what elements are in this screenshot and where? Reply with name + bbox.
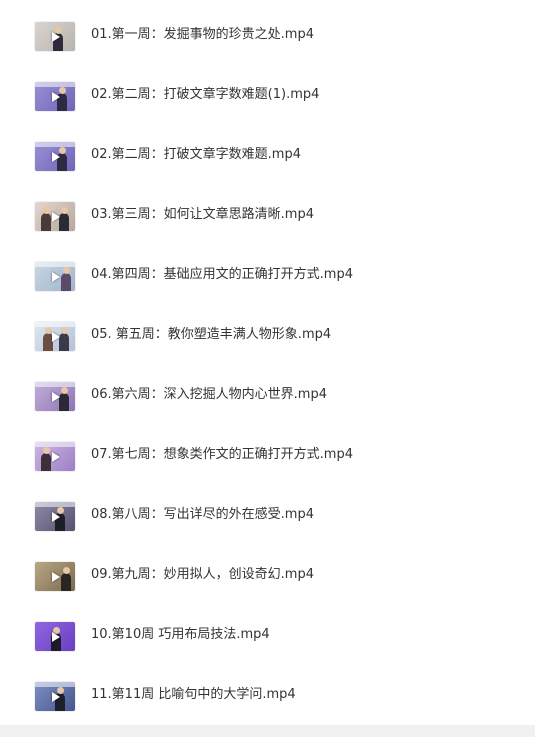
file-name[interactable]: 05. 第五周：教你塑造丰满人物形象.mp4: [91, 327, 331, 343]
file-row[interactable]: 02.第二周：打破文章字数难题(1).mp4: [0, 65, 535, 125]
video-thumbnail-icon[interactable]: [35, 682, 75, 711]
video-thumbnail-icon[interactable]: [35, 142, 75, 171]
file-name[interactable]: 02.第二周：打破文章字数难题.mp4: [91, 147, 301, 163]
file-name[interactable]: 10.第10周 巧用布局技法.mp4: [91, 627, 270, 643]
video-thumbnail-icon[interactable]: [35, 262, 75, 291]
video-thumbnail-icon[interactable]: [35, 622, 75, 651]
file-row[interactable]: 08.第八周：写出详尽的外在感受.mp4: [0, 485, 535, 545]
file-name[interactable]: 06.第六周：深入挖掘人物内心世界.mp4: [91, 387, 327, 403]
file-name[interactable]: 02.第二周：打破文章字数难题(1).mp4: [91, 87, 319, 103]
file-list: 01.第一周：发掘事物的珍贵之处.mp4 02.第二周：打破文章字数难题(1).…: [0, 0, 535, 720]
file-row[interactable]: 07.第七周：想象类作文的正确打开方式.mp4: [0, 425, 535, 485]
file-name[interactable]: 08.第八周：写出详尽的外在感受.mp4: [91, 507, 314, 523]
video-thumbnail-icon[interactable]: [35, 382, 75, 411]
file-row[interactable]: 10.第10周 巧用布局技法.mp4: [0, 605, 535, 665]
video-thumbnail-icon[interactable]: [35, 502, 75, 531]
file-name[interactable]: 07.第七周：想象类作文的正确打开方式.mp4: [91, 447, 353, 463]
file-row[interactable]: 09.第九周：妙用拟人，创设奇幻.mp4: [0, 545, 535, 605]
file-row[interactable]: 03.第三周：如何让文章思路清晰.mp4: [0, 185, 535, 245]
video-thumbnail-icon[interactable]: [35, 202, 75, 231]
video-thumbnail-icon[interactable]: [35, 82, 75, 111]
file-row[interactable]: 02.第二周：打破文章字数难题.mp4: [0, 125, 535, 185]
file-name[interactable]: 11.第11周 比喻句中的大学问.mp4: [91, 687, 296, 703]
video-thumbnail-icon[interactable]: [35, 22, 75, 51]
file-row[interactable]: 06.第六周：深入挖掘人物内心世界.mp4: [0, 365, 535, 425]
file-name[interactable]: 01.第一周：发掘事物的珍贵之处.mp4: [91, 27, 314, 43]
video-thumbnail-icon[interactable]: [35, 322, 75, 351]
video-thumbnail-icon[interactable]: [35, 442, 75, 471]
file-row[interactable]: 01.第一周：发掘事物的珍贵之处.mp4: [0, 5, 535, 65]
video-thumbnail-icon[interactable]: [35, 562, 75, 591]
file-name[interactable]: 09.第九周：妙用拟人，创设奇幻.mp4: [91, 567, 314, 583]
bottom-strip: [0, 725, 535, 737]
file-name[interactable]: 03.第三周：如何让文章思路清晰.mp4: [91, 207, 314, 223]
file-row[interactable]: 11.第11周 比喻句中的大学问.mp4: [0, 665, 535, 725]
file-name[interactable]: 04.第四周：基础应用文的正确打开方式.mp4: [91, 267, 353, 283]
file-row[interactable]: 05. 第五周：教你塑造丰满人物形象.mp4: [0, 305, 535, 365]
file-row[interactable]: 04.第四周：基础应用文的正确打开方式.mp4: [0, 245, 535, 305]
